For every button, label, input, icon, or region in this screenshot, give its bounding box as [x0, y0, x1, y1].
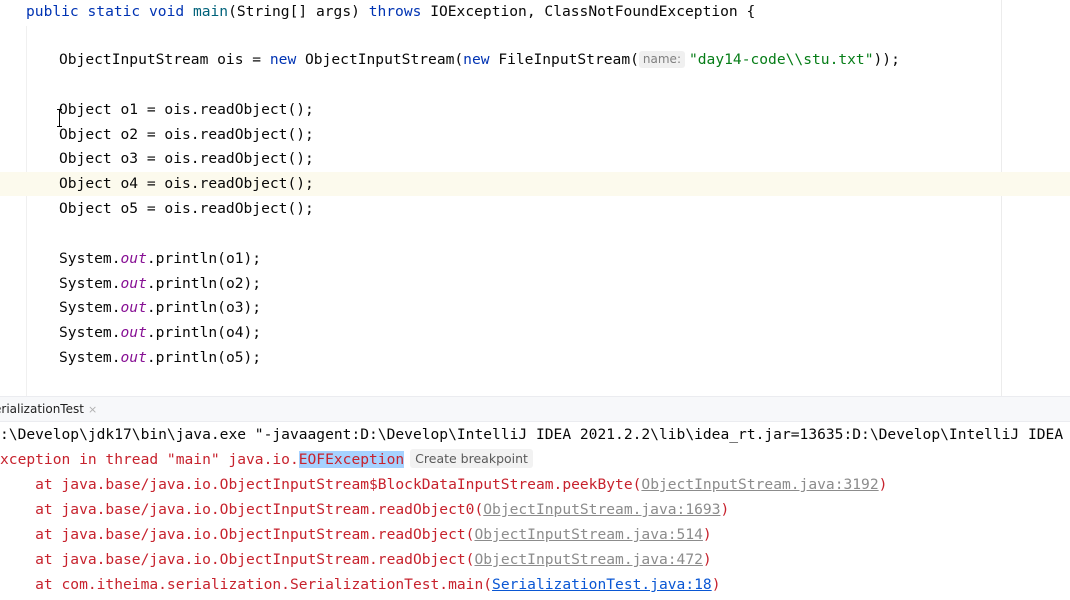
stack-frame-text: at java.base/java.io.ObjectInputStream.r…: [0, 501, 484, 518]
stack-frame-text: at com.itheima.serialization.Serializati…: [0, 576, 493, 593]
read-statement: Object o4 = ois.readObject();: [59, 175, 314, 192]
code-line-ois[interactable]: ObjectInputStream ois = new ObjectInputS…: [0, 48, 900, 72]
system-class: System.: [59, 349, 121, 366]
fis-constructor: FileInputStream(: [489, 51, 639, 68]
keyword-throws: throws: [368, 3, 422, 20]
stack-frame-text: at java.base/java.io.ObjectInputStream$B…: [0, 476, 642, 493]
run-tab-label: erializationTest: [0, 402, 84, 416]
console-command-line: :\Develop\jdk17\bin\java.exe "-javaagent…: [0, 426, 1070, 443]
out-field: out: [120, 250, 147, 267]
println-call: .println(o5);: [146, 349, 262, 366]
stack-frame: at java.base/java.io.ObjectInputStream.r…: [0, 547, 712, 572]
method-name: main: [192, 3, 229, 20]
run-console-output[interactable]: :\Develop\jdk17\bin\java.exe "-javaagent…: [0, 422, 1070, 600]
stack-frame-link[interactable]: ObjectInputStream.java:1693: [483, 501, 720, 518]
keyword-new: new: [269, 51, 297, 68]
stack-frame-suffix: ): [702, 526, 712, 543]
stack-frame-link[interactable]: ObjectInputStream.java:514: [474, 526, 702, 543]
stack-frame-link[interactable]: ObjectInputStream.java:472: [474, 551, 702, 568]
file-path-string: "day14-code\\stu.txt": [688, 51, 874, 68]
println-call: .println(o3);: [146, 299, 262, 316]
stack-frame: at com.itheima.serialization.Serializati…: [0, 572, 720, 597]
out-field: out: [120, 349, 147, 366]
parameter-hint: name:: [638, 51, 685, 68]
read-statement: Object o5 = ois.readObject();: [59, 200, 314, 217]
right-margin-guide: [1001, 0, 1002, 396]
keyword-modifiers: public static void: [26, 3, 193, 20]
run-tool-window-header: erializationTest ×: [0, 396, 1070, 422]
read-statement: Object o3 = ois.readObject();: [59, 150, 314, 167]
system-class: System.: [59, 299, 121, 316]
println-call: .println(o4);: [146, 324, 262, 341]
ois-declaration: ObjectInputStream ois =: [59, 51, 270, 68]
out-field: out: [120, 299, 147, 316]
text-cursor: [57, 109, 62, 127]
stack-frame-suffix: ): [711, 576, 721, 593]
exception-name-selected[interactable]: EOFException: [298, 451, 405, 468]
out-field: out: [120, 275, 147, 292]
code-editor[interactable]: public static void main(String[] args) t…: [0, 0, 1070, 396]
stack-frame-text: at java.base/java.io.ObjectInputStream.r…: [0, 526, 475, 543]
method-params: (String[] args): [228, 3, 369, 20]
out-field: out: [120, 324, 147, 341]
read-statement: Object o1 = ois.readObject();: [59, 101, 314, 118]
println-call: .println(o1);: [146, 250, 262, 267]
ois-constructor: ObjectInputStream(: [296, 51, 464, 68]
exception-prefix: xception in thread "main" java.io.: [0, 451, 299, 468]
stack-frame-suffix: ): [878, 476, 888, 493]
read-statement: Object o2 = ois.readObject();: [59, 126, 314, 143]
stack-frame-suffix: ): [720, 501, 730, 518]
stack-frame: at java.base/java.io.ObjectInputStream$B…: [0, 472, 887, 497]
run-tab-serialization-test[interactable]: erializationTest ×: [0, 397, 97, 422]
code-line-signature[interactable]: public static void main(String[] args) t…: [0, 0, 755, 24]
println-call: .println(o2);: [146, 275, 262, 292]
code-line-read-o4-current[interactable]: Object o4 = ois.readObject();: [0, 172, 1070, 196]
system-class: System.: [59, 250, 121, 267]
close-icon[interactable]: ×: [88, 403, 97, 416]
console-exception-line: xception in thread "main" java.io.EOFExc…: [0, 447, 533, 472]
line-end: ));: [873, 51, 900, 68]
keyword-new: new: [463, 51, 490, 68]
stack-frame-link[interactable]: ObjectInputStream.java:3192: [641, 476, 878, 493]
stack-frame: at java.base/java.io.ObjectInputStream.r…: [0, 522, 712, 547]
create-breakpoint-link[interactable]: Create breakpoint: [410, 449, 533, 468]
stack-frame-text: at java.base/java.io.ObjectInputStream.r…: [0, 551, 475, 568]
stack-frame-link[interactable]: SerializationTest.java:18: [492, 576, 712, 593]
stack-frame-suffix: ): [702, 551, 712, 568]
system-class: System.: [59, 275, 121, 292]
stack-frame: at java.base/java.io.ObjectInputStream.r…: [0, 497, 729, 522]
thrown-exceptions: IOException, ClassNotFoundException {: [421, 3, 756, 20]
system-class: System.: [59, 324, 121, 341]
